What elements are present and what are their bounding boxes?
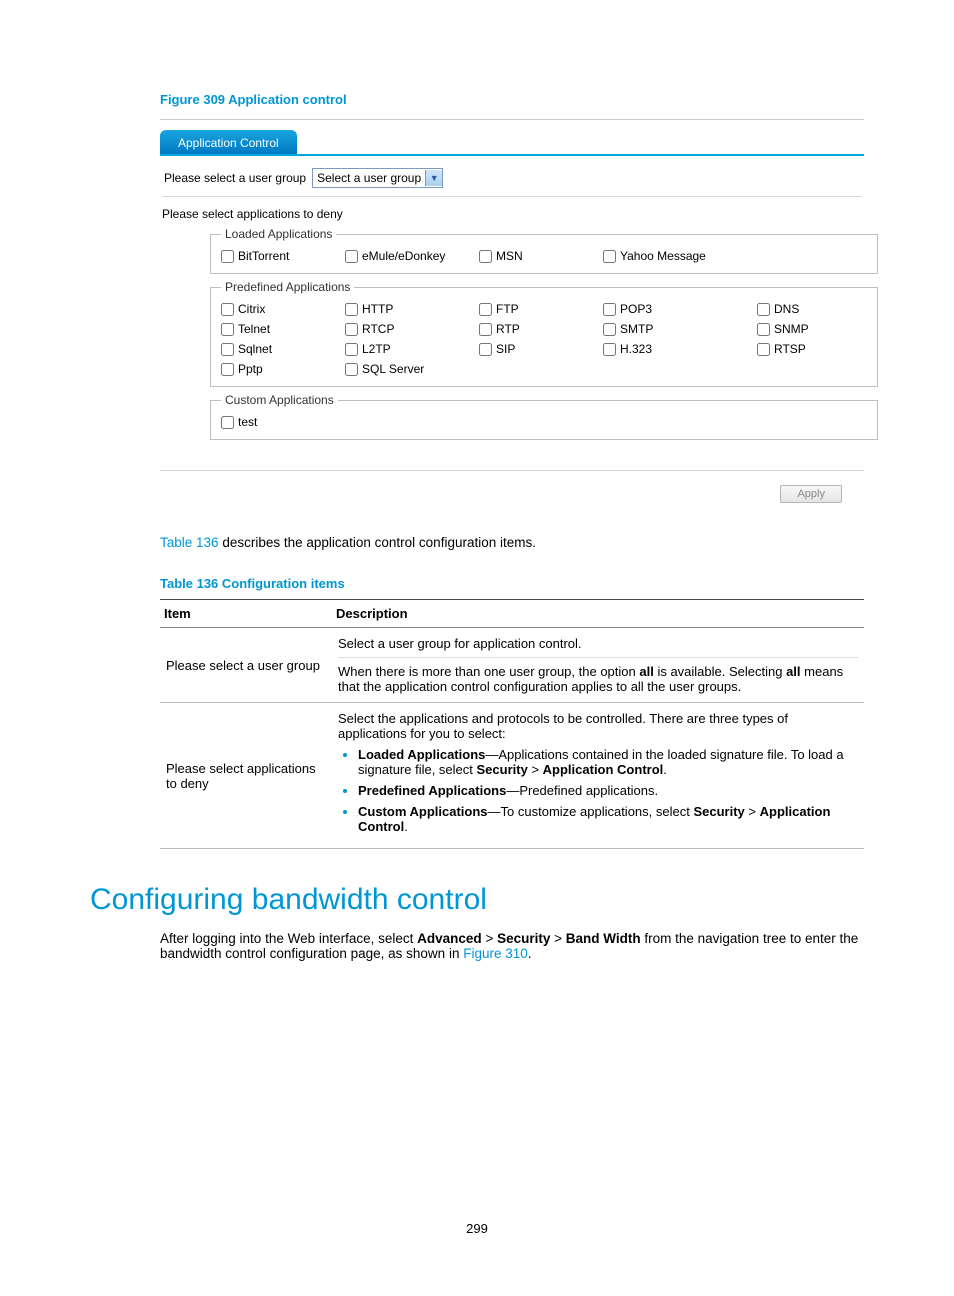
chk-dns[interactable]: DNS <box>757 302 867 316</box>
user-group-dropdown[interactable]: Select a user group ▼ <box>312 168 443 188</box>
list-item: Custom Applications—To customize applica… <box>358 804 858 834</box>
section-body: After logging into the Web interface, se… <box>160 931 864 961</box>
table-136-link[interactable]: Table 136 <box>160 535 219 550</box>
deny-label: Please select applications to deny <box>162 207 864 221</box>
row2-desc: Select the applications and protocols to… <box>332 703 864 849</box>
tab-application-control[interactable]: Application Control <box>160 130 297 154</box>
chk-rtp[interactable]: RTP <box>479 322 599 336</box>
chk-citrix[interactable]: Citrix <box>221 302 341 316</box>
apply-button[interactable]: Apply <box>780 485 842 503</box>
user-group-label: Please select a user group <box>164 171 306 185</box>
chk-pptp[interactable]: Pptp <box>221 362 341 376</box>
loaded-legend: Loaded Applications <box>221 227 336 241</box>
table-caption: Table 136 Configuration items <box>160 576 864 591</box>
section-heading: Configuring bandwidth control <box>90 883 864 917</box>
chk-msn[interactable]: MSN <box>479 249 599 263</box>
row2-bullets: Loaded Applications—Applications contain… <box>338 747 858 834</box>
chk-http[interactable]: HTTP <box>345 302 475 316</box>
chevron-down-icon: ▼ <box>425 170 442 186</box>
list-item: Predefined Applications—Predefined appli… <box>358 783 858 798</box>
table-row: Please select applications to deny Selec… <box>160 703 864 849</box>
loaded-applications-fieldset: Loaded Applications BitTorrent eMule/eDo… <box>210 227 878 274</box>
chk-bittorrent[interactable]: BitTorrent <box>221 249 341 263</box>
chk-sqlserver[interactable]: SQL Server <box>345 362 475 376</box>
figure-caption: Figure 309 Application control <box>160 92 864 107</box>
intro-text: Table 136 describes the application cont… <box>160 535 864 550</box>
user-group-value: Select a user group <box>317 171 421 185</box>
th-item: Item <box>160 600 332 628</box>
divider <box>162 196 862 197</box>
tab-bar: Application Control <box>160 120 864 156</box>
list-item: Loaded Applications—Applications contain… <box>358 747 858 777</box>
chk-smtp[interactable]: SMTP <box>603 322 753 336</box>
chk-sqlnet[interactable]: Sqlnet <box>221 342 341 356</box>
chk-snmp[interactable]: SNMP <box>757 322 867 336</box>
row1-desc: Select a user group for application cont… <box>332 628 864 703</box>
chk-yahoo[interactable]: Yahoo Message <box>603 249 753 263</box>
user-group-row: Please select a user group Select a user… <box>160 164 864 196</box>
chk-sip[interactable]: SIP <box>479 342 599 356</box>
app-control-screenshot: Application Control Please select a user… <box>160 119 864 517</box>
predefined-legend: Predefined Applications <box>221 280 354 294</box>
chk-ftp[interactable]: FTP <box>479 302 599 316</box>
custom-applications-fieldset: Custom Applications test <box>210 393 878 440</box>
figure-310-link[interactable]: Figure 310 <box>463 946 528 961</box>
chk-emule[interactable]: eMule/eDonkey <box>345 249 475 263</box>
chk-rtcp[interactable]: RTCP <box>345 322 475 336</box>
chk-h323[interactable]: H.323 <box>603 342 753 356</box>
row2-item: Please select applications to deny <box>160 703 332 849</box>
page-number: 299 <box>0 1221 954 1236</box>
chk-rtsp[interactable]: RTSP <box>757 342 867 356</box>
chk-telnet[interactable]: Telnet <box>221 322 341 336</box>
chk-l2tp[interactable]: L2TP <box>345 342 475 356</box>
th-description: Description <box>332 600 864 628</box>
configuration-items-table: Item Description Please select a user gr… <box>160 599 864 849</box>
chk-pop3[interactable]: POP3 <box>603 302 753 316</box>
chk-test[interactable]: test <box>221 415 341 429</box>
table-row: Please select a user group Select a user… <box>160 628 864 703</box>
custom-legend: Custom Applications <box>221 393 338 407</box>
row1-item: Please select a user group <box>160 628 332 703</box>
predefined-applications-fieldset: Predefined Applications Citrix HTTP FTP … <box>210 280 878 387</box>
